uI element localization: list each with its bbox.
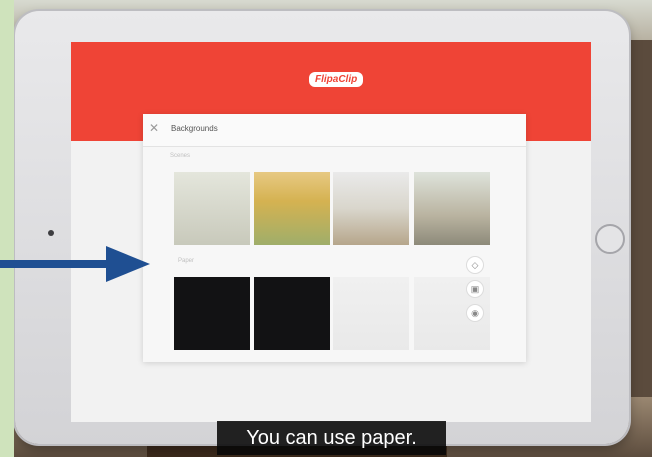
scene-thumb-2[interactable] [254,172,330,245]
fill-tool-button[interactable]: ◇ [466,256,484,274]
app-logo: FlipaClip [309,72,364,87]
caption-text: You can use paper. [246,426,417,449]
paper-thumb-white-1[interactable] [333,277,409,350]
paper-thumb-black-1[interactable] [174,277,250,350]
backgrounds-panel: ✕ Backgrounds Scenes Paper ◇ ▣ ◉ [143,114,526,362]
ipad-screen: FlipaClip ✕ Backgrounds Scenes Paper ◇ ▣… [71,42,591,422]
paper-label: Paper [178,258,195,264]
image-icon: ▣ [470,283,480,294]
scene-thumb-3[interactable] [333,172,409,245]
paper-thumb-black-2[interactable] [254,277,330,350]
home-button[interactable] [595,224,625,254]
camera-tool-button[interactable]: ◉ [466,304,484,322]
close-icon[interactable]: ✕ [149,122,161,134]
scenes-label: Scenes [170,153,191,159]
fill-icon: ◇ [471,259,479,270]
camera-icon: ◉ [471,307,479,318]
pointer-arrow-icon [0,246,150,282]
scene-thumb-4[interactable] [414,172,490,245]
ipad-device: FlipaClip ✕ Backgrounds Scenes Paper ◇ ▣… [15,11,629,444]
caption-box: You can use paper. [217,421,446,455]
scene-thumb-1[interactable] [174,172,250,245]
video-frame: FlipaClip ✕ Backgrounds Scenes Paper ◇ ▣… [14,0,652,457]
camera-icon [48,230,54,236]
image-tool-button[interactable]: ▣ [466,280,484,298]
panel-title: Backgrounds [171,124,218,133]
panel-header: ✕ Backgrounds [143,114,526,147]
